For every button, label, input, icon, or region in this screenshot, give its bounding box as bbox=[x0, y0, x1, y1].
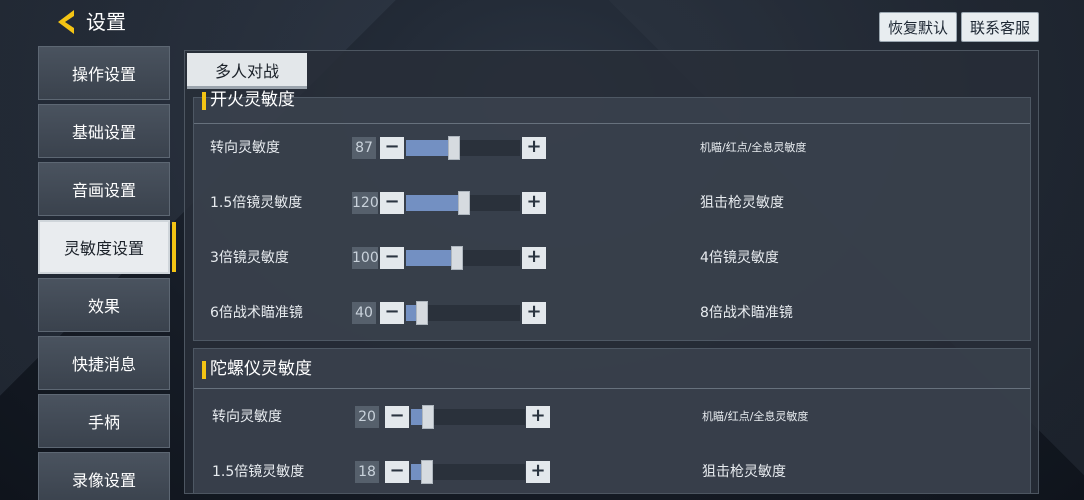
contact-support-button[interactable]: 联系客服 bbox=[961, 12, 1039, 42]
setting-label: 3倍镜灵敏度 bbox=[210, 250, 289, 266]
increase-button[interactable]: + bbox=[522, 137, 546, 159]
slider-fill bbox=[406, 140, 454, 156]
setting-label: 机瞄/红点/全息灵敏度 bbox=[702, 410, 809, 423]
top-bar: 设置 恢复默认 联系客服 bbox=[0, 0, 1084, 46]
sidebar-item-basic[interactable]: 基础设置 bbox=[38, 104, 170, 158]
increase-button[interactable]: + bbox=[522, 192, 546, 214]
sidebar: 操作设置 基础设置 音画设置 灵敏度设置 效果 快捷消息 手柄 录像设置 bbox=[38, 46, 176, 500]
section-title: 陀螺仪灵敏度 bbox=[210, 359, 312, 379]
slider-track[interactable] bbox=[406, 301, 520, 325]
section-marker bbox=[202, 361, 206, 379]
setting-label: 6倍战术瞄准镜 bbox=[210, 305, 303, 321]
sensitivity-row: 机瞄/红点/全息灵敏度100−+ bbox=[700, 136, 1038, 160]
slider-track[interactable] bbox=[411, 460, 525, 484]
value-display: 87 bbox=[352, 137, 376, 159]
fire-sensitivity-section: 开火灵敏度 转向灵敏度 87− +1.5倍镜灵敏度 120− +3倍镜灵敏度 100− +6… bbox=[193, 90, 1031, 341]
slider-fill bbox=[406, 250, 458, 266]
setting-label: 4倍镜灵敏度 bbox=[700, 250, 779, 266]
value-display: 120 bbox=[352, 192, 379, 214]
setting-label: 1.5倍镜灵敏度 bbox=[212, 464, 305, 480]
section-header: 陀螺仪灵敏度 bbox=[194, 349, 1030, 389]
sensitivity-row: 6倍战术瞄准镜 40− + bbox=[210, 301, 548, 325]
sensitivity-row: 机瞄/红点/全息灵敏度23−+ bbox=[702, 405, 1038, 429]
sensitivity-row: 转向灵敏度 87− + bbox=[210, 136, 548, 160]
settings-panel: 多人对战 开火灵敏度 转向灵敏度 87− +1.5倍镜灵敏度 120− +3倍镜灵敏度 1… bbox=[184, 50, 1039, 494]
value-display: 40 bbox=[352, 302, 376, 324]
sidebar-item-sensitivity[interactable]: 灵敏度设置 bbox=[38, 220, 176, 274]
setting-label: 转向灵敏度 bbox=[210, 140, 280, 156]
section-header: 开火灵敏度 bbox=[194, 80, 1030, 124]
section-marker bbox=[202, 92, 206, 110]
slider-handle[interactable] bbox=[422, 405, 435, 429]
setting-label: 转向灵敏度 bbox=[212, 409, 282, 425]
increase-button[interactable]: + bbox=[522, 302, 546, 324]
slider-track[interactable] bbox=[406, 191, 520, 215]
slider-track[interactable] bbox=[406, 246, 520, 270]
sensitivity-row: 狙击枪灵敏度13−+ bbox=[702, 460, 1038, 484]
restore-default-button[interactable]: 恢复默认 bbox=[879, 12, 957, 42]
sensitivity-row: 4倍镜灵敏度80−+ bbox=[700, 246, 1038, 270]
sidebar-item-audio-video[interactable]: 音画设置 bbox=[38, 162, 170, 216]
value-display: 20 bbox=[355, 406, 379, 428]
slider-handle[interactable] bbox=[420, 460, 433, 484]
slider-track[interactable] bbox=[406, 136, 520, 160]
decrease-button[interactable]: − bbox=[380, 137, 404, 159]
setting-label: 狙击枪灵敏度 bbox=[700, 195, 784, 211]
sensitivity-row: 1.5倍镜灵敏度 18− + bbox=[212, 460, 552, 484]
slider-fill bbox=[406, 195, 465, 211]
back-button[interactable] bbox=[54, 8, 80, 36]
sensitivity-row: 1.5倍镜灵敏度 120− + bbox=[210, 191, 548, 215]
slider-handle[interactable] bbox=[451, 246, 464, 270]
value-display: 18 bbox=[355, 461, 379, 483]
decrease-button[interactable]: − bbox=[380, 247, 404, 269]
setting-label: 狙击枪灵敏度 bbox=[702, 464, 786, 480]
slider-handle[interactable] bbox=[415, 301, 428, 325]
decrease-button[interactable]: − bbox=[380, 302, 404, 324]
increase-button[interactable]: + bbox=[526, 406, 550, 428]
decrease-button[interactable]: − bbox=[385, 461, 409, 483]
section-title: 开火灵敏度 bbox=[210, 90, 295, 110]
sensitivity-row: 8倍战术瞄准镜30−+ bbox=[700, 301, 1038, 325]
page-title: 设置 bbox=[86, 10, 126, 34]
sensitivity-row: 3倍镜灵敏度 100− + bbox=[210, 246, 548, 270]
increase-button[interactable]: + bbox=[526, 461, 550, 483]
increase-button[interactable]: + bbox=[522, 247, 546, 269]
sidebar-item-controls[interactable]: 操作设置 bbox=[38, 46, 170, 100]
decrease-button[interactable]: − bbox=[385, 406, 409, 428]
sidebar-item-effects[interactable]: 效果 bbox=[38, 278, 170, 332]
sidebar-item-recording[interactable]: 录像设置 bbox=[38, 452, 170, 500]
back-arrow-icon bbox=[58, 10, 74, 34]
setting-label: 8倍战术瞄准镜 bbox=[700, 305, 793, 321]
value-display: 100 bbox=[352, 247, 379, 269]
sensitivity-row: 转向灵敏度 20− + bbox=[212, 405, 552, 429]
setting-label: 机瞄/红点/全息灵敏度 bbox=[700, 141, 807, 154]
gyro-sensitivity-section: 陀螺仪灵敏度 转向灵敏度20−+1.5倍镜灵敏度18−+机瞄/红点/全息灵敏度2… bbox=[193, 348, 1031, 493]
sensitivity-row: 狙击枪灵敏度45−+ bbox=[700, 191, 1038, 215]
slider-handle[interactable] bbox=[447, 136, 460, 160]
setting-label: 1.5倍镜灵敏度 bbox=[210, 195, 303, 211]
decrease-button[interactable]: − bbox=[380, 192, 404, 214]
sidebar-item-gamepad[interactable]: 手柄 bbox=[38, 394, 170, 448]
sidebar-item-quick-messages[interactable]: 快捷消息 bbox=[38, 336, 170, 390]
slider-track[interactable] bbox=[411, 405, 525, 429]
slider-handle[interactable] bbox=[458, 191, 471, 215]
